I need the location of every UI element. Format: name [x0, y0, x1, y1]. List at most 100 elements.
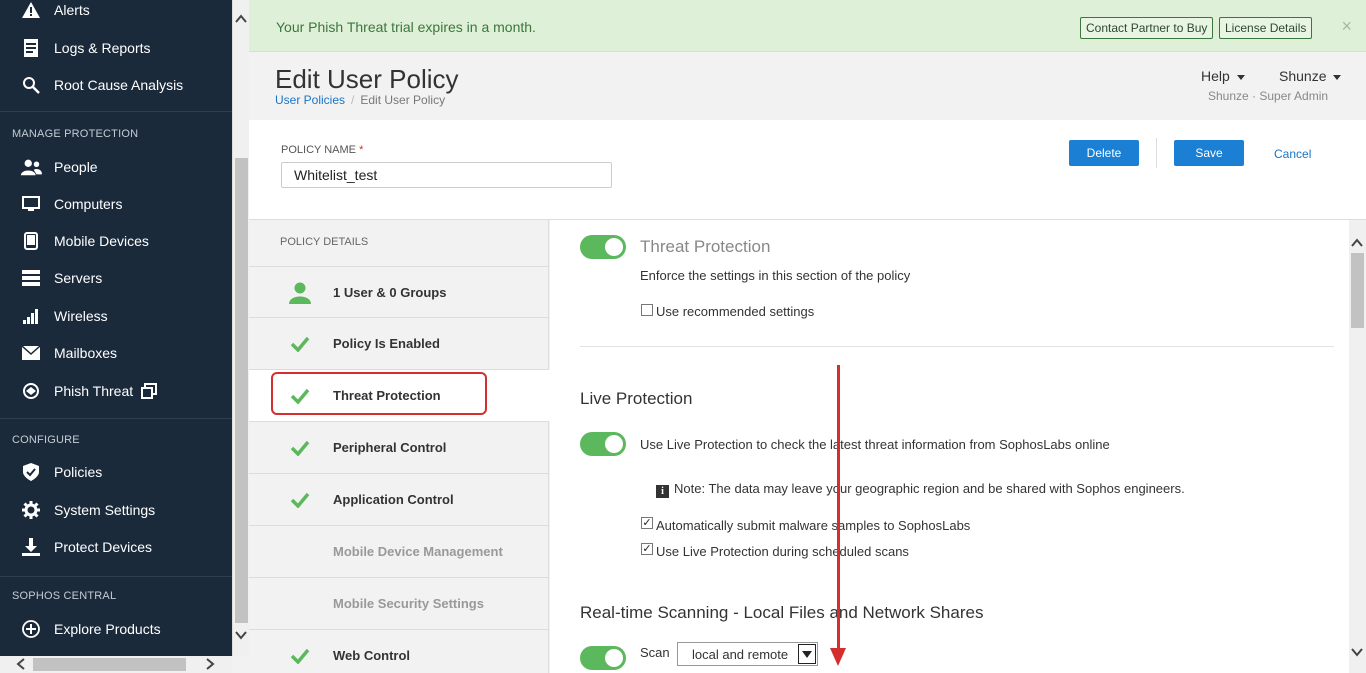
- nav-item-policies[interactable]: Policies: [0, 457, 232, 487]
- mobile-icon: [20, 230, 42, 252]
- threat-protection-toggle[interactable]: [580, 235, 626, 259]
- nav-item-explore-products[interactable]: Explore Products: [0, 614, 232, 644]
- detail-row-peripheral-control[interactable]: Peripheral Control: [249, 421, 549, 473]
- nav-divider: [0, 111, 232, 112]
- check-icon: [285, 336, 315, 352]
- nav-item-mobile-devices[interactable]: Mobile Devices: [0, 226, 232, 256]
- save-button[interactable]: Save: [1174, 140, 1244, 166]
- page-title: Edit User Policy: [275, 64, 459, 94]
- nav-label: Mailboxes: [54, 345, 118, 361]
- auto-submit-checkbox[interactable]: ✓: [641, 517, 653, 529]
- nav-item-wireless[interactable]: Wireless: [0, 301, 232, 331]
- scheduled-scan-checkbox[interactable]: ✓: [641, 543, 653, 555]
- policy-name-label-text: POLICY NAME: [281, 144, 356, 156]
- scroll-down-icon[interactable]: [1351, 645, 1363, 659]
- nav-item-people[interactable]: People: [0, 152, 232, 182]
- policy-details-panel: POLICY DETAILS 1 User & 0 Groups Policy …: [249, 220, 549, 673]
- data-region-note: i Note: The data may leave your geographi…: [656, 481, 1185, 498]
- cancel-button[interactable]: Cancel: [1274, 147, 1311, 161]
- policy-name-panel: POLICY NAME * Delete Save Cancel: [249, 120, 1366, 220]
- magnifier-icon: [20, 74, 42, 96]
- nav-item-servers[interactable]: Servers: [0, 263, 232, 293]
- nav-item-phish-threat[interactable]: Phish Threat: [0, 376, 232, 406]
- nav-item-system-settings[interactable]: System Settings: [0, 495, 232, 525]
- nav-item-alerts[interactable]: Alerts: [0, 0, 232, 25]
- detail-row-label: Web Control: [333, 648, 411, 663]
- left-sidebar: Alerts Logs & Reports Root Cause Analysi…: [0, 0, 232, 673]
- nav-label: Servers: [54, 270, 103, 286]
- nav-item-root-cause[interactable]: Root Cause Analysis: [0, 70, 232, 100]
- nav-item-computers[interactable]: Computers: [0, 189, 232, 219]
- recommended-settings-checkbox[interactable]: [641, 304, 653, 316]
- detail-row-label: Policy Is Enabled: [333, 336, 440, 351]
- threat-protection-settings: Threat Protection Enforce the settings i…: [550, 220, 1349, 673]
- close-icon[interactable]: ×: [1341, 16, 1352, 37]
- detail-row-policy-enabled[interactable]: Policy Is Enabled: [249, 317, 549, 369]
- sidebar-vertical-scrollbar[interactable]: [232, 0, 249, 656]
- scroll-up-icon[interactable]: [1351, 236, 1363, 250]
- detail-row-application-control[interactable]: Application Control: [249, 473, 549, 525]
- user-role: Shunze · Super Admin: [1208, 89, 1329, 103]
- realtime-scanning-title: Real-time Scanning - Local Files and Net…: [580, 603, 984, 622]
- scan-label: Scan: [640, 645, 670, 660]
- check-icon: [285, 492, 315, 508]
- info-icon: i: [656, 485, 669, 498]
- trial-banner: Your Phish Threat trial expires in a mon…: [249, 0, 1366, 52]
- nav-label: Phish Threat: [54, 383, 134, 399]
- policy-name-label: POLICY NAME *: [281, 144, 363, 156]
- scroll-down-icon[interactable]: [235, 628, 247, 642]
- nav-item-protect-devices[interactable]: Protect Devices: [0, 532, 232, 562]
- annotation-arrow-head: [830, 648, 846, 666]
- contact-partner-button[interactable]: Contact Partner to Buy: [1080, 17, 1214, 39]
- button-divider: [1156, 138, 1157, 168]
- help-menu[interactable]: Help: [1201, 68, 1245, 84]
- user-menu[interactable]: Shunze: [1279, 68, 1342, 84]
- nav-item-mailboxes[interactable]: Mailboxes: [0, 338, 232, 368]
- scroll-up-icon[interactable]: [235, 12, 247, 26]
- sidebar-horizontal-scrollbar[interactable]: [0, 656, 232, 673]
- scheduled-scan-label: Use Live Protection during scheduled sca…: [656, 544, 909, 559]
- note-text: Note: The data may leave your geographic…: [674, 481, 1185, 496]
- nav-label: Logs & Reports: [54, 40, 151, 56]
- server-icon: [20, 267, 42, 289]
- detail-row-mobile-device-management[interactable]: Mobile Device Management: [249, 525, 549, 577]
- annotation-highlight-box: [271, 372, 487, 415]
- check-icon: [285, 648, 315, 664]
- content-vertical-scrollbar[interactable]: [1349, 220, 1366, 673]
- breadcrumb-user-policies[interactable]: User Policies: [275, 93, 345, 107]
- live-protection-title: Live Protection: [580, 389, 693, 408]
- detail-row-users-groups[interactable]: 1 User & 0 Groups: [249, 266, 549, 318]
- chevron-down-icon: [1236, 74, 1245, 80]
- nav-label: Explore Products: [54, 621, 161, 637]
- scrollbar-thumb[interactable]: [1351, 253, 1364, 328]
- external-window-icon[interactable]: [141, 383, 158, 399]
- scrollbar-thumb[interactable]: [33, 658, 186, 671]
- detail-row-web-control[interactable]: Web Control: [249, 629, 549, 673]
- check-icon: [285, 440, 315, 456]
- realtime-scan-toggle[interactable]: [580, 646, 626, 670]
- live-protection-toggle[interactable]: [580, 432, 626, 456]
- scrollbar-thumb[interactable]: [235, 158, 248, 623]
- nav-divider: [0, 418, 232, 419]
- nav-item-logs-reports[interactable]: Logs & Reports: [0, 33, 232, 63]
- nav-label: Wireless: [54, 308, 108, 324]
- detail-row-mobile-security-settings[interactable]: Mobile Security Settings: [249, 577, 549, 629]
- computer-icon: [20, 193, 42, 215]
- nav-label: System Settings: [54, 502, 156, 518]
- chevron-down-icon: [798, 644, 816, 664]
- policy-name-input[interactable]: [281, 162, 612, 188]
- scroll-left-icon[interactable]: [16, 658, 26, 672]
- license-details-button[interactable]: License Details: [1219, 17, 1313, 39]
- chevron-down-icon: [1333, 74, 1342, 80]
- fish-icon: [20, 380, 42, 402]
- required-mark: *: [359, 144, 364, 156]
- live-protection-text: Use Live Protection to check the latest …: [640, 437, 1110, 452]
- scan-scope-select[interactable]: local and remote: [677, 642, 818, 666]
- help-label: Help: [1201, 68, 1230, 84]
- delete-button[interactable]: Delete: [1069, 140, 1139, 166]
- nav-section-manage: MANAGE PROTECTION: [12, 128, 139, 140]
- breadcrumb-current: Edit User Policy: [360, 93, 446, 107]
- breadcrumb: User Policies / Edit User Policy: [275, 93, 445, 107]
- scroll-right-icon[interactable]: [205, 658, 215, 672]
- gear-icon: [20, 499, 42, 521]
